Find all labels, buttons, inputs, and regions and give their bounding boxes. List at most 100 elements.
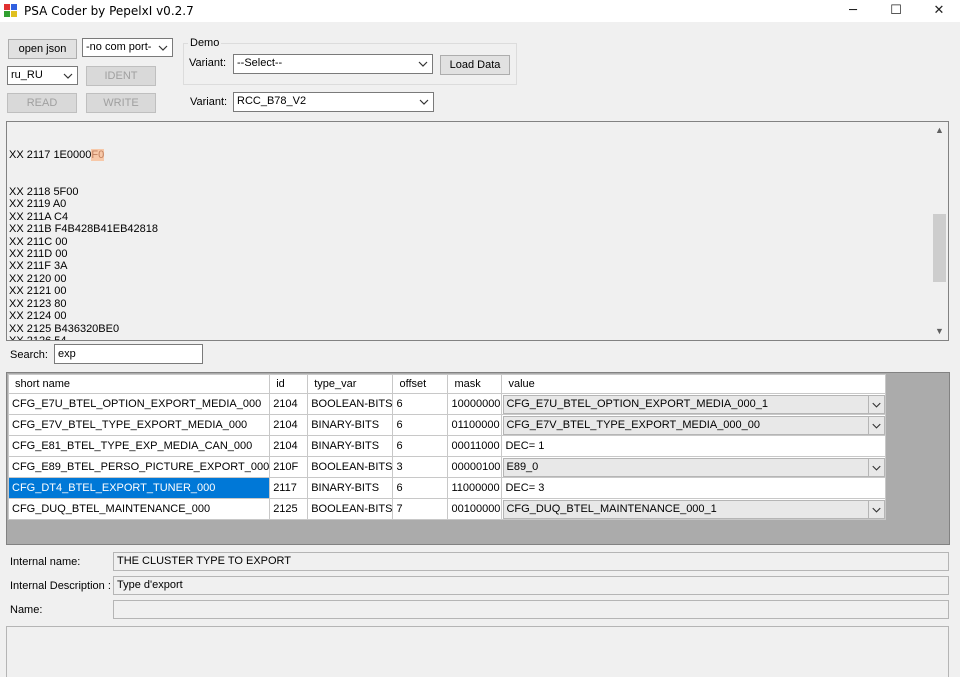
cell-id[interactable]: 2104	[269, 393, 309, 415]
cell-offset[interactable]: 6	[392, 435, 449, 457]
value-select[interactable]: E89_0	[503, 457, 885, 477]
variant-value: RCC_B78_V2	[237, 95, 307, 107]
scroll-up-icon[interactable]: ▲	[931, 122, 948, 139]
cell-value[interactable]: CFG_E7V_BTEL_TYPE_EXPORT_MEDIA_000_00	[501, 414, 887, 436]
minimize-icon[interactable]: ─	[830, 0, 876, 22]
cell-id[interactable]: 2104	[269, 435, 309, 457]
grid-table: short name id type_var offset mask value…	[7, 374, 887, 520]
demo-variant-label: Variant:	[189, 57, 227, 69]
main-window: open json -no com port- ru_RU IDENT READ…	[0, 22, 960, 677]
cell-type[interactable]: BOOLEAN-BITS	[307, 393, 394, 415]
cell-value[interactable]: DEC= 1	[501, 435, 887, 457]
internal-description-field[interactable]: Type d'export	[113, 576, 949, 595]
language-select[interactable]: ru_RU	[7, 66, 78, 85]
cell-short-name[interactable]: CFG_DUQ_BTEL_MAINTENANCE_000	[7, 498, 271, 520]
value-select[interactable]: CFG_E7U_BTEL_OPTION_EXPORT_MEDIA_000_1	[503, 394, 885, 414]
description-textarea[interactable]	[6, 626, 949, 677]
demo-variant-select[interactable]: --Select--	[233, 54, 433, 74]
log-line: XX 211D 00	[9, 248, 68, 261]
chevron-down-icon	[868, 416, 882, 434]
variant-select[interactable]: RCC_B78_V2	[233, 92, 434, 112]
language-value: ru_RU	[11, 69, 43, 81]
column-header[interactable]: id	[269, 374, 309, 394]
column-header[interactable]: value	[501, 374, 887, 394]
cell-type[interactable]: BINARY-BITS	[307, 435, 394, 457]
cell-mask[interactable]: 01100000	[447, 414, 503, 436]
cell-short-name[interactable]: CFG_E81_BTEL_TYPE_EXP_MEDIA_CAN_000	[7, 435, 271, 457]
app-icon	[4, 4, 18, 18]
name-label: Name:	[10, 604, 43, 616]
value-select[interactable]: CFG_E7V_BTEL_TYPE_EXPORT_MEDIA_000_00	[503, 415, 885, 435]
maximize-icon[interactable]: ☐	[873, 0, 919, 22]
cell-mask[interactable]: 00000100	[447, 456, 503, 478]
cell-value[interactable]: E89_0	[501, 456, 887, 478]
cell-type[interactable]: BINARY-BITS	[307, 477, 394, 499]
write-button[interactable]: WRITE	[86, 93, 156, 113]
cell-short-name[interactable]: CFG_DT4_BTEL_EXPORT_TUNER_000	[7, 477, 271, 499]
scroll-down-icon[interactable]: ▼	[931, 323, 948, 340]
cell-id[interactable]: 2125	[269, 498, 309, 520]
table-row[interactable]: CFG_E81_BTEL_TYPE_EXP_MEDIA_CAN_000 2104…	[7, 435, 887, 457]
chevron-down-icon	[868, 395, 882, 413]
cell-type[interactable]: BOOLEAN-BITS	[307, 498, 394, 520]
cell-type[interactable]: BOOLEAN-BITS	[307, 456, 394, 478]
internal-name-field[interactable]: THE CLUSTER TYPE TO EXPORT	[113, 552, 949, 571]
cell-mask[interactable]: 00100000	[447, 498, 503, 520]
log-line: XX 2117 1E0000F0	[9, 148, 105, 161]
cell-short-name[interactable]: CFG_E7U_BTEL_OPTION_EXPORT_MEDIA_000	[7, 393, 271, 415]
cell-id[interactable]: 210F	[269, 456, 309, 478]
column-header[interactable]: mask	[447, 374, 503, 394]
demo-group-title: Demo	[188, 37, 222, 49]
grid-header-row: short name id type_var offset mask value	[7, 374, 887, 394]
load-data-button[interactable]: Load Data	[440, 55, 510, 75]
cell-offset[interactable]: 6	[392, 477, 449, 499]
open-json-button[interactable]: open json	[8, 39, 77, 59]
cell-id[interactable]: 2117	[269, 477, 309, 499]
table-row[interactable]: CFG_DUQ_BTEL_MAINTENANCE_000 2125 BOOLEA…	[7, 498, 887, 520]
log-scrollbar[interactable]: ▲ ▼	[931, 122, 948, 340]
cell-mask[interactable]: 10000000	[447, 393, 503, 415]
column-header[interactable]: short name	[7, 374, 271, 394]
search-input[interactable]: exp	[54, 344, 203, 364]
cell-mask[interactable]: 00011000	[447, 435, 503, 457]
scroll-thumb[interactable]	[933, 214, 946, 282]
cell-value[interactable]: DEC= 3	[501, 477, 887, 499]
log-textarea[interactable]: XX 2117 1E0000F0 XX 2118 5F00 XX 2119 A0 X…	[6, 121, 949, 341]
variant-label: Variant:	[190, 96, 228, 108]
name-field[interactable]	[113, 600, 949, 619]
search-label: Search:	[10, 349, 48, 361]
chevron-down-icon	[63, 73, 73, 79]
chevron-down-icon	[419, 99, 429, 105]
internal-name-label: Internal name:	[10, 556, 81, 568]
value-select[interactable]: CFG_DUQ_BTEL_MAINTENANCE_000_1	[503, 499, 885, 519]
column-header[interactable]: offset	[392, 374, 449, 394]
cell-offset[interactable]: 3	[392, 456, 449, 478]
column-header[interactable]: type_var	[307, 374, 394, 394]
title-bar: PSA Coder by PepelxI v0.2.7 ─ ☐ ✕	[0, 0, 960, 22]
read-button[interactable]: READ	[7, 93, 77, 113]
table-row-selected[interactable]: CFG_DT4_BTEL_EXPORT_TUNER_000 2117 BINAR…	[7, 477, 887, 499]
chevron-down-icon	[868, 500, 882, 518]
cell-offset[interactable]: 7	[392, 498, 449, 520]
cell-offset[interactable]: 6	[392, 393, 449, 415]
log-line: XX 211C 00	[9, 235, 68, 248]
table-row[interactable]: CFG_E7U_BTEL_OPTION_EXPORT_MEDIA_000 210…	[7, 393, 887, 415]
log-line: XX 2120 00	[9, 272, 67, 285]
table-row[interactable]: CFG_E89_BTEL_PERSO_PICTURE_EXPORT_000 21…	[7, 456, 887, 478]
log-line: XX 2118 5F00	[9, 186, 79, 199]
log-line: XX 2124 00	[9, 310, 67, 323]
com-port-select[interactable]: -no com port-	[82, 38, 173, 57]
chevron-down-icon	[158, 45, 168, 51]
cell-value[interactable]: CFG_E7U_BTEL_OPTION_EXPORT_MEDIA_000_1	[501, 393, 887, 415]
close-icon[interactable]: ✕	[916, 0, 960, 22]
table-row[interactable]: CFG_E7V_BTEL_TYPE_EXPORT_MEDIA_000 2104 …	[7, 414, 887, 436]
cell-short-name[interactable]: CFG_E7V_BTEL_TYPE_EXPORT_MEDIA_000	[7, 414, 271, 436]
cell-short-name[interactable]: CFG_E89_BTEL_PERSO_PICTURE_EXPORT_000	[7, 456, 271, 478]
cell-type[interactable]: BINARY-BITS	[307, 414, 394, 436]
ident-button[interactable]: IDENT	[86, 66, 156, 86]
cell-offset[interactable]: 6	[392, 414, 449, 436]
cell-value[interactable]: CFG_DUQ_BTEL_MAINTENANCE_000_1	[501, 498, 887, 520]
cell-mask[interactable]: 11000000	[447, 477, 503, 499]
log-selection: F0	[91, 148, 105, 161]
cell-id[interactable]: 2104	[269, 414, 309, 436]
